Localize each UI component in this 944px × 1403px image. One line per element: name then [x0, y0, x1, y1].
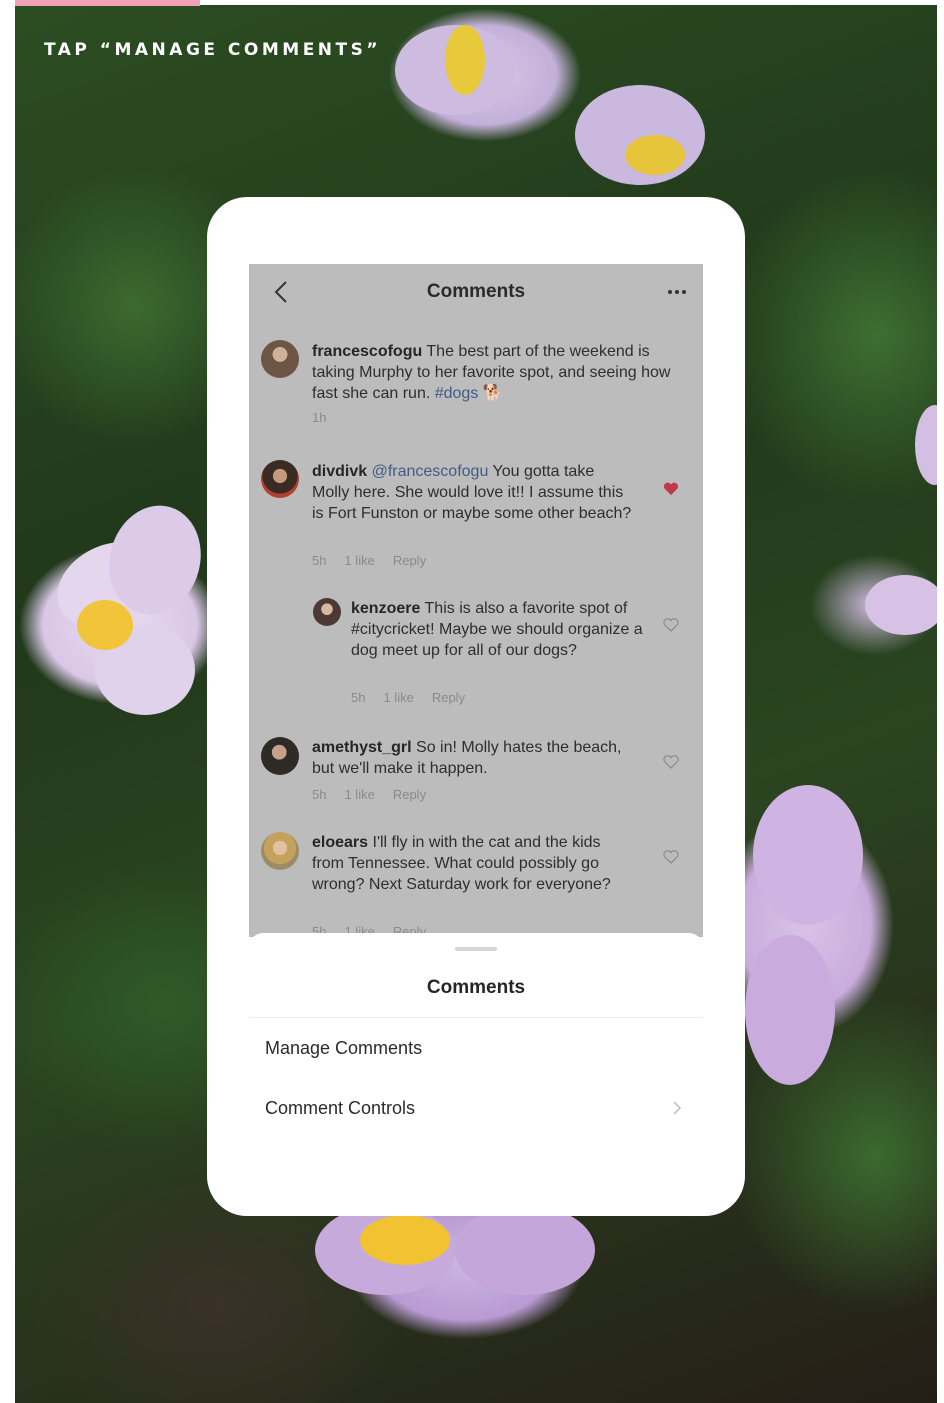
manage-comments-option[interactable]: Manage Comments	[265, 1026, 703, 1070]
comments-screen: Comments francescofogu The best part of …	[249, 264, 703, 937]
like-count[interactable]: 1 like	[344, 553, 374, 568]
sheet-drag-handle[interactable]	[455, 947, 497, 951]
dog-emoji: 🐕	[482, 385, 503, 402]
comments-action-sheet: Comments Manage Comments Comment Control…	[249, 933, 703, 1173]
mention-link[interactable]: @francescofogu	[367, 463, 489, 480]
comment-username[interactable]: francescofogu	[312, 343, 422, 360]
comment-username[interactable]: eloears	[312, 834, 368, 851]
more-icon[interactable]	[665, 280, 689, 304]
comment-time: 5h	[351, 690, 366, 705]
comment-controls-option[interactable]: Comment Controls	[265, 1086, 703, 1130]
accent-bar	[15, 0, 200, 6]
comment-text: divdivk @francescofogu You gotta take Mo…	[312, 461, 634, 524]
comment-meta: 1h	[312, 410, 344, 425]
reply-link[interactable]: Reply	[393, 787, 426, 802]
comment-text: francescofogu The best part of the weeke…	[312, 341, 682, 404]
navbar: Comments	[249, 264, 703, 324]
nav-title: Comments	[426, 281, 526, 302]
comment-time: 5h	[312, 787, 327, 802]
comment-meta: 5h 1 like Reply	[312, 787, 444, 802]
heart-icon[interactable]	[663, 618, 679, 632]
comment-meta: 5h 1 like Reply	[312, 553, 444, 568]
heart-icon[interactable]	[663, 850, 679, 864]
reply-link[interactable]: Reply	[432, 690, 465, 705]
comment-time: 1h	[312, 410, 327, 425]
avatar[interactable]	[261, 832, 299, 870]
sheet-title: Comments	[426, 977, 526, 998]
comment-text: kenzoere This is also a favorite spot of…	[351, 598, 647, 661]
divider	[249, 1017, 703, 1018]
like-count[interactable]: 1 like	[344, 787, 374, 802]
avatar[interactable]	[261, 460, 299, 498]
reply-link[interactable]: Reply	[393, 553, 426, 568]
hashtag-link[interactable]: #dogs	[435, 385, 479, 402]
chevron-right-icon	[671, 1101, 683, 1115]
like-count[interactable]: 1 like	[383, 690, 413, 705]
heart-icon[interactable]	[663, 755, 679, 769]
heart-icon-liked[interactable]	[663, 482, 679, 496]
headline: TAP “MANAGE COMMENTS”	[44, 40, 382, 60]
comment-text: amethyst_grl So in! Molly hates the beac…	[312, 737, 634, 779]
avatar[interactable]	[261, 340, 299, 378]
comment-meta: 5h 1 like Reply	[351, 690, 483, 705]
comment-controls-label: Comment Controls	[265, 1097, 416, 1118]
manage-comments-label: Manage Comments	[265, 1037, 423, 1058]
comment-username[interactable]: kenzoere	[351, 600, 420, 617]
avatar[interactable]	[313, 598, 341, 626]
comment-username[interactable]: divdivk	[312, 463, 367, 480]
avatar[interactable]	[261, 737, 299, 775]
comment-time: 5h	[312, 553, 327, 568]
comment-username[interactable]: amethyst_grl	[312, 739, 412, 756]
comment-text: eloears I'll fly in with the cat and the…	[312, 832, 634, 895]
phone-mockup: Comments francescofogu The best part of …	[207, 197, 745, 1216]
